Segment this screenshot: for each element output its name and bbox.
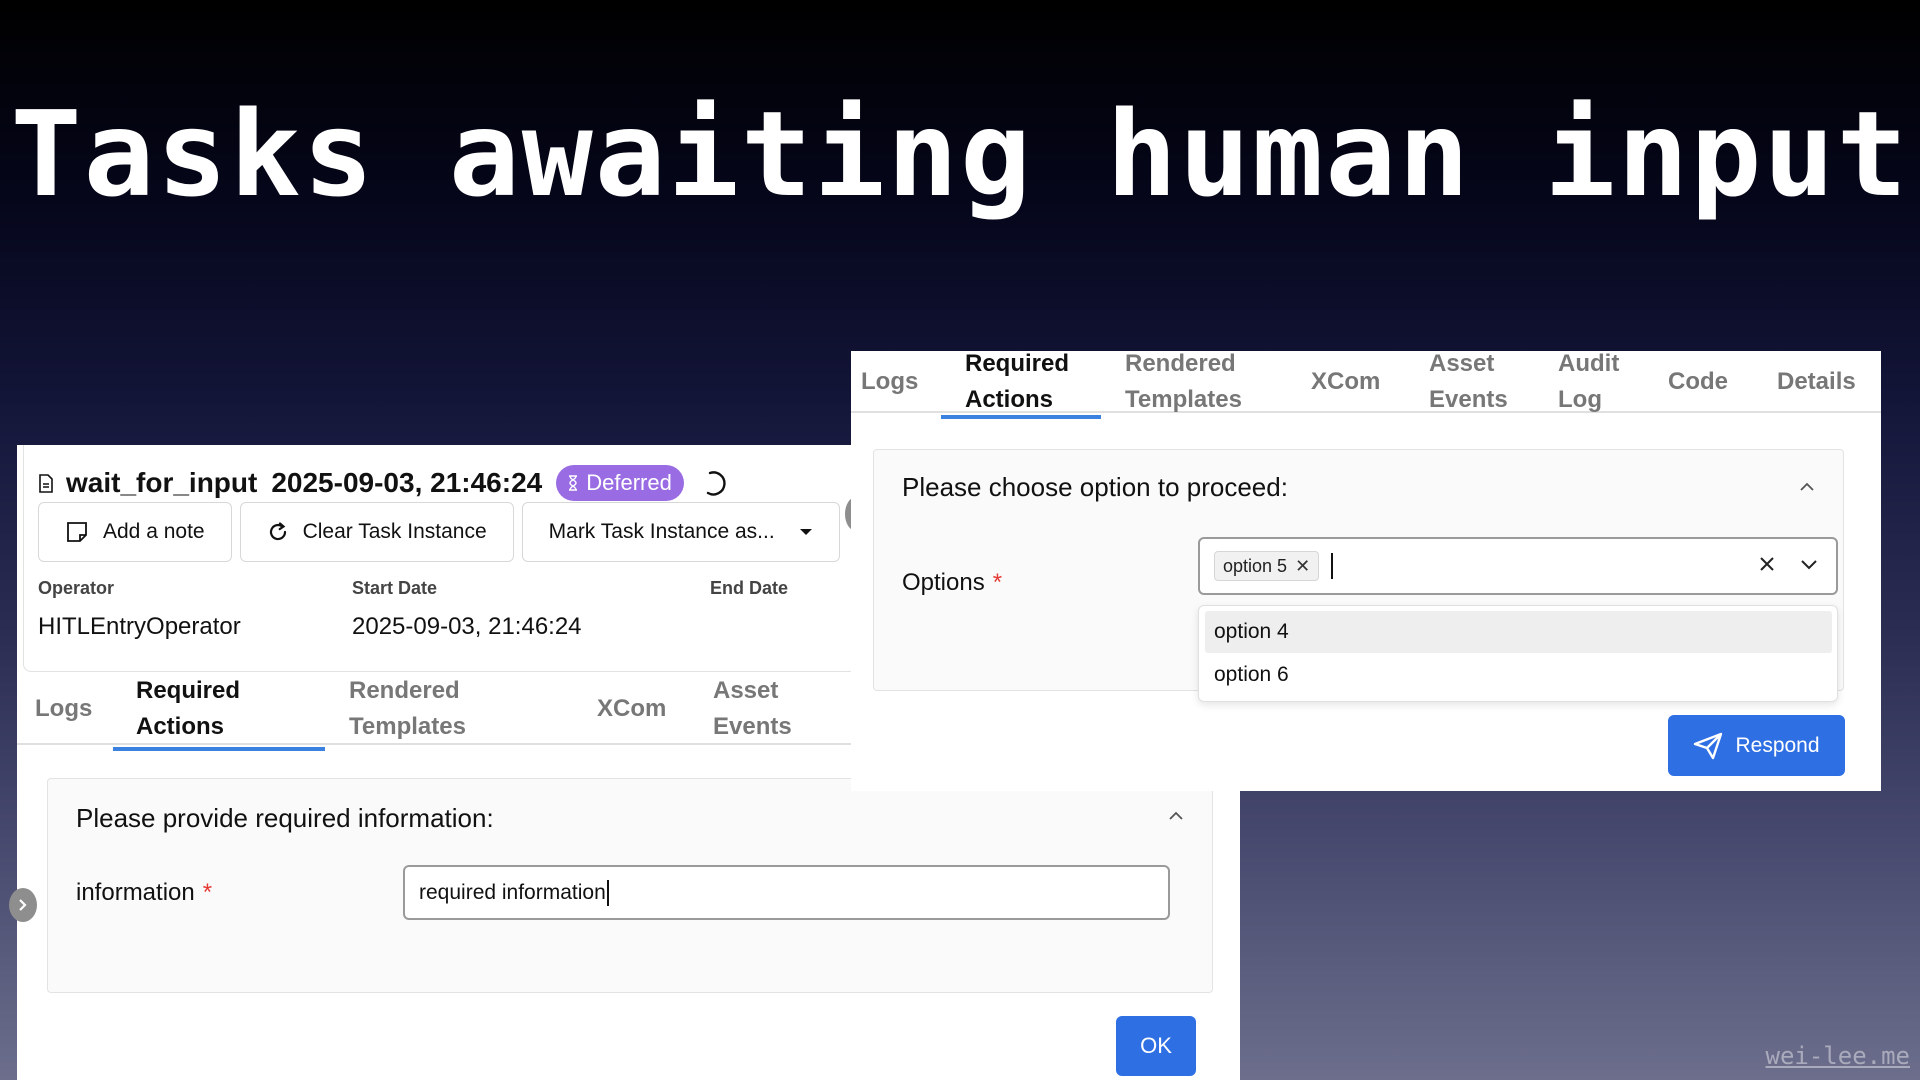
tab-logs-label: Logs bbox=[861, 368, 919, 395]
information-input[interactable]: required information bbox=[403, 865, 1170, 920]
tab-asset-events[interactable]: Asset Events bbox=[1429, 350, 1508, 413]
task-actions: Add a note Clear Task Instance Mark Task… bbox=[38, 502, 840, 562]
tab-asset-events-line1: Asset bbox=[713, 677, 779, 704]
expand-handle[interactable] bbox=[9, 888, 37, 922]
tab-logs-label: Logs bbox=[35, 695, 93, 722]
dropdown-option[interactable]: option 6 bbox=[1205, 654, 1832, 696]
information-input-value: required information bbox=[419, 880, 606, 904]
operator-label: Operator bbox=[38, 578, 115, 598]
form-title: Please provide required information: bbox=[76, 803, 494, 833]
tab-audit-log-line1: Audit bbox=[1558, 350, 1620, 377]
options-dropdown: option 4 option 6 bbox=[1198, 605, 1838, 702]
tab-required-actions-line1: Required bbox=[136, 677, 241, 704]
tab-audit-log[interactable]: Audit Log bbox=[1558, 350, 1619, 413]
watermark: wei-lee.me bbox=[1765, 1042, 1911, 1070]
tab-asset-events-line1: Asset bbox=[1429, 350, 1495, 377]
clear-task-instance-label: Clear Task Instance bbox=[302, 520, 487, 543]
status-badge: Deferred bbox=[556, 465, 684, 501]
tab-rendered-templates[interactable]: Rendered Templates bbox=[349, 673, 466, 745]
information-label-text: information bbox=[76, 879, 195, 906]
task-header: wait_for_input 2025-09-03, 21:46:24 Defe… bbox=[38, 463, 730, 503]
close-icon[interactable] bbox=[1758, 555, 1776, 573]
tab-xcom-label: XCom bbox=[597, 695, 667, 722]
mark-task-instance-button[interactable]: Mark Task Instance as... bbox=[521, 502, 840, 562]
chevron-up-icon[interactable] bbox=[1168, 811, 1184, 821]
tab-rendered-templates[interactable]: Rendered Templates bbox=[1125, 350, 1242, 413]
required-marker: * bbox=[992, 569, 1003, 596]
tab-xcom[interactable]: XCom bbox=[597, 673, 666, 745]
chevron-right-icon bbox=[19, 899, 27, 911]
text-cursor bbox=[1331, 553, 1334, 579]
start-date-value: 2025-09-03, 21:46:24 bbox=[352, 613, 582, 640]
tab-asset-events[interactable]: Asset Events bbox=[713, 673, 792, 745]
refresh-icon bbox=[269, 522, 286, 541]
add-note-label: Add a note bbox=[103, 520, 205, 543]
required-marker: * bbox=[202, 879, 213, 906]
options-label: Options * bbox=[902, 569, 1002, 597]
tab-details[interactable]: Details bbox=[1777, 351, 1856, 413]
text-cursor bbox=[606, 879, 609, 906]
tab-rendered-templates-line1: Rendered bbox=[349, 677, 460, 704]
spinner-icon bbox=[706, 471, 726, 496]
options-label-text: Options bbox=[902, 569, 985, 596]
chevron-down-icon[interactable] bbox=[1800, 558, 1818, 570]
tab-xcom[interactable]: XCom bbox=[1311, 351, 1380, 413]
tab-required-actions[interactable]: Required Actions bbox=[113, 673, 325, 751]
required-information-form: Please provide required information: inf… bbox=[47, 778, 1213, 993]
tab-details-label: Details bbox=[1777, 368, 1856, 395]
task-tabs: Logs Required Actions Rendered Templates… bbox=[17, 673, 852, 751]
chevron-down-icon bbox=[799, 529, 812, 535]
tab-required-actions-line1: Required bbox=[965, 350, 1070, 377]
task-instance-header-card: wait_for_input 2025-09-03, 21:46:24 Defe… bbox=[23, 445, 858, 672]
respond-button[interactable]: Respond bbox=[1668, 715, 1845, 776]
clear-task-instance-button[interactable]: Clear Task Instance bbox=[239, 502, 514, 562]
slide-title: Tasks awaiting human input bbox=[10, 85, 1910, 223]
chevron-up-icon[interactable] bbox=[1799, 482, 1815, 492]
tab-asset-events-line2: Events bbox=[1429, 386, 1508, 413]
ok-button[interactable]: OK bbox=[1116, 1016, 1196, 1076]
respond-label: Respond bbox=[1735, 733, 1820, 757]
tab-logs[interactable]: Logs bbox=[35, 673, 92, 745]
tab-xcom-label: XCom bbox=[1311, 368, 1381, 395]
tab-code-label: Code bbox=[1668, 368, 1728, 395]
dropdown-option[interactable]: option 4 bbox=[1205, 611, 1832, 653]
add-note-button[interactable]: Add a note bbox=[38, 502, 232, 562]
task-tabs-right: Logs Required Actions Rendered Templates… bbox=[851, 350, 1881, 419]
task-name: wait_for_input bbox=[66, 467, 258, 498]
operator-value: HITLEntryOperator bbox=[38, 613, 241, 640]
choose-option-form: Please choose option to proceed: Options… bbox=[873, 449, 1844, 702]
status-badge-label: Deferred bbox=[586, 470, 672, 495]
doc-icon bbox=[39, 473, 53, 493]
mark-task-instance-label: Mark Task Instance as... bbox=[548, 520, 775, 543]
tab-required-actions-line2: Actions bbox=[965, 386, 1054, 413]
selected-option-label: option 5 bbox=[1223, 555, 1288, 576]
start-date-label: Start Date bbox=[352, 578, 438, 598]
note-icon bbox=[67, 522, 87, 542]
form-title: Please choose option to proceed: bbox=[902, 472, 1288, 502]
information-label: information * bbox=[76, 879, 212, 907]
tab-rendered-templates-line2: Templates bbox=[349, 713, 466, 740]
tab-asset-events-line2: Events bbox=[713, 713, 792, 740]
remove-chip-icon[interactable]: ✕ bbox=[1295, 556, 1310, 577]
tab-logs[interactable]: Logs bbox=[861, 351, 918, 413]
selected-option-chip: option 5 ✕ bbox=[1214, 551, 1320, 581]
tab-required-actions[interactable]: Required Actions bbox=[941, 350, 1101, 419]
hourglass-icon bbox=[569, 475, 578, 491]
end-date-label: End Date bbox=[710, 578, 789, 598]
options-multiselect[interactable]: option 5 ✕ bbox=[1198, 537, 1838, 595]
tab-required-actions-line2: Actions bbox=[136, 713, 225, 740]
tab-rendered-templates-line2: Templates bbox=[1125, 386, 1242, 413]
task-date: 2025-09-03, 21:46:24 bbox=[271, 467, 543, 498]
tab-rendered-templates-line1: Rendered bbox=[1125, 350, 1236, 377]
tab-audit-log-line2: Log bbox=[1558, 386, 1602, 413]
send-icon bbox=[1694, 732, 1723, 759]
required-actions-panel: Logs Required Actions Rendered Templates… bbox=[851, 350, 1881, 791]
tab-code[interactable]: Code bbox=[1668, 351, 1728, 413]
